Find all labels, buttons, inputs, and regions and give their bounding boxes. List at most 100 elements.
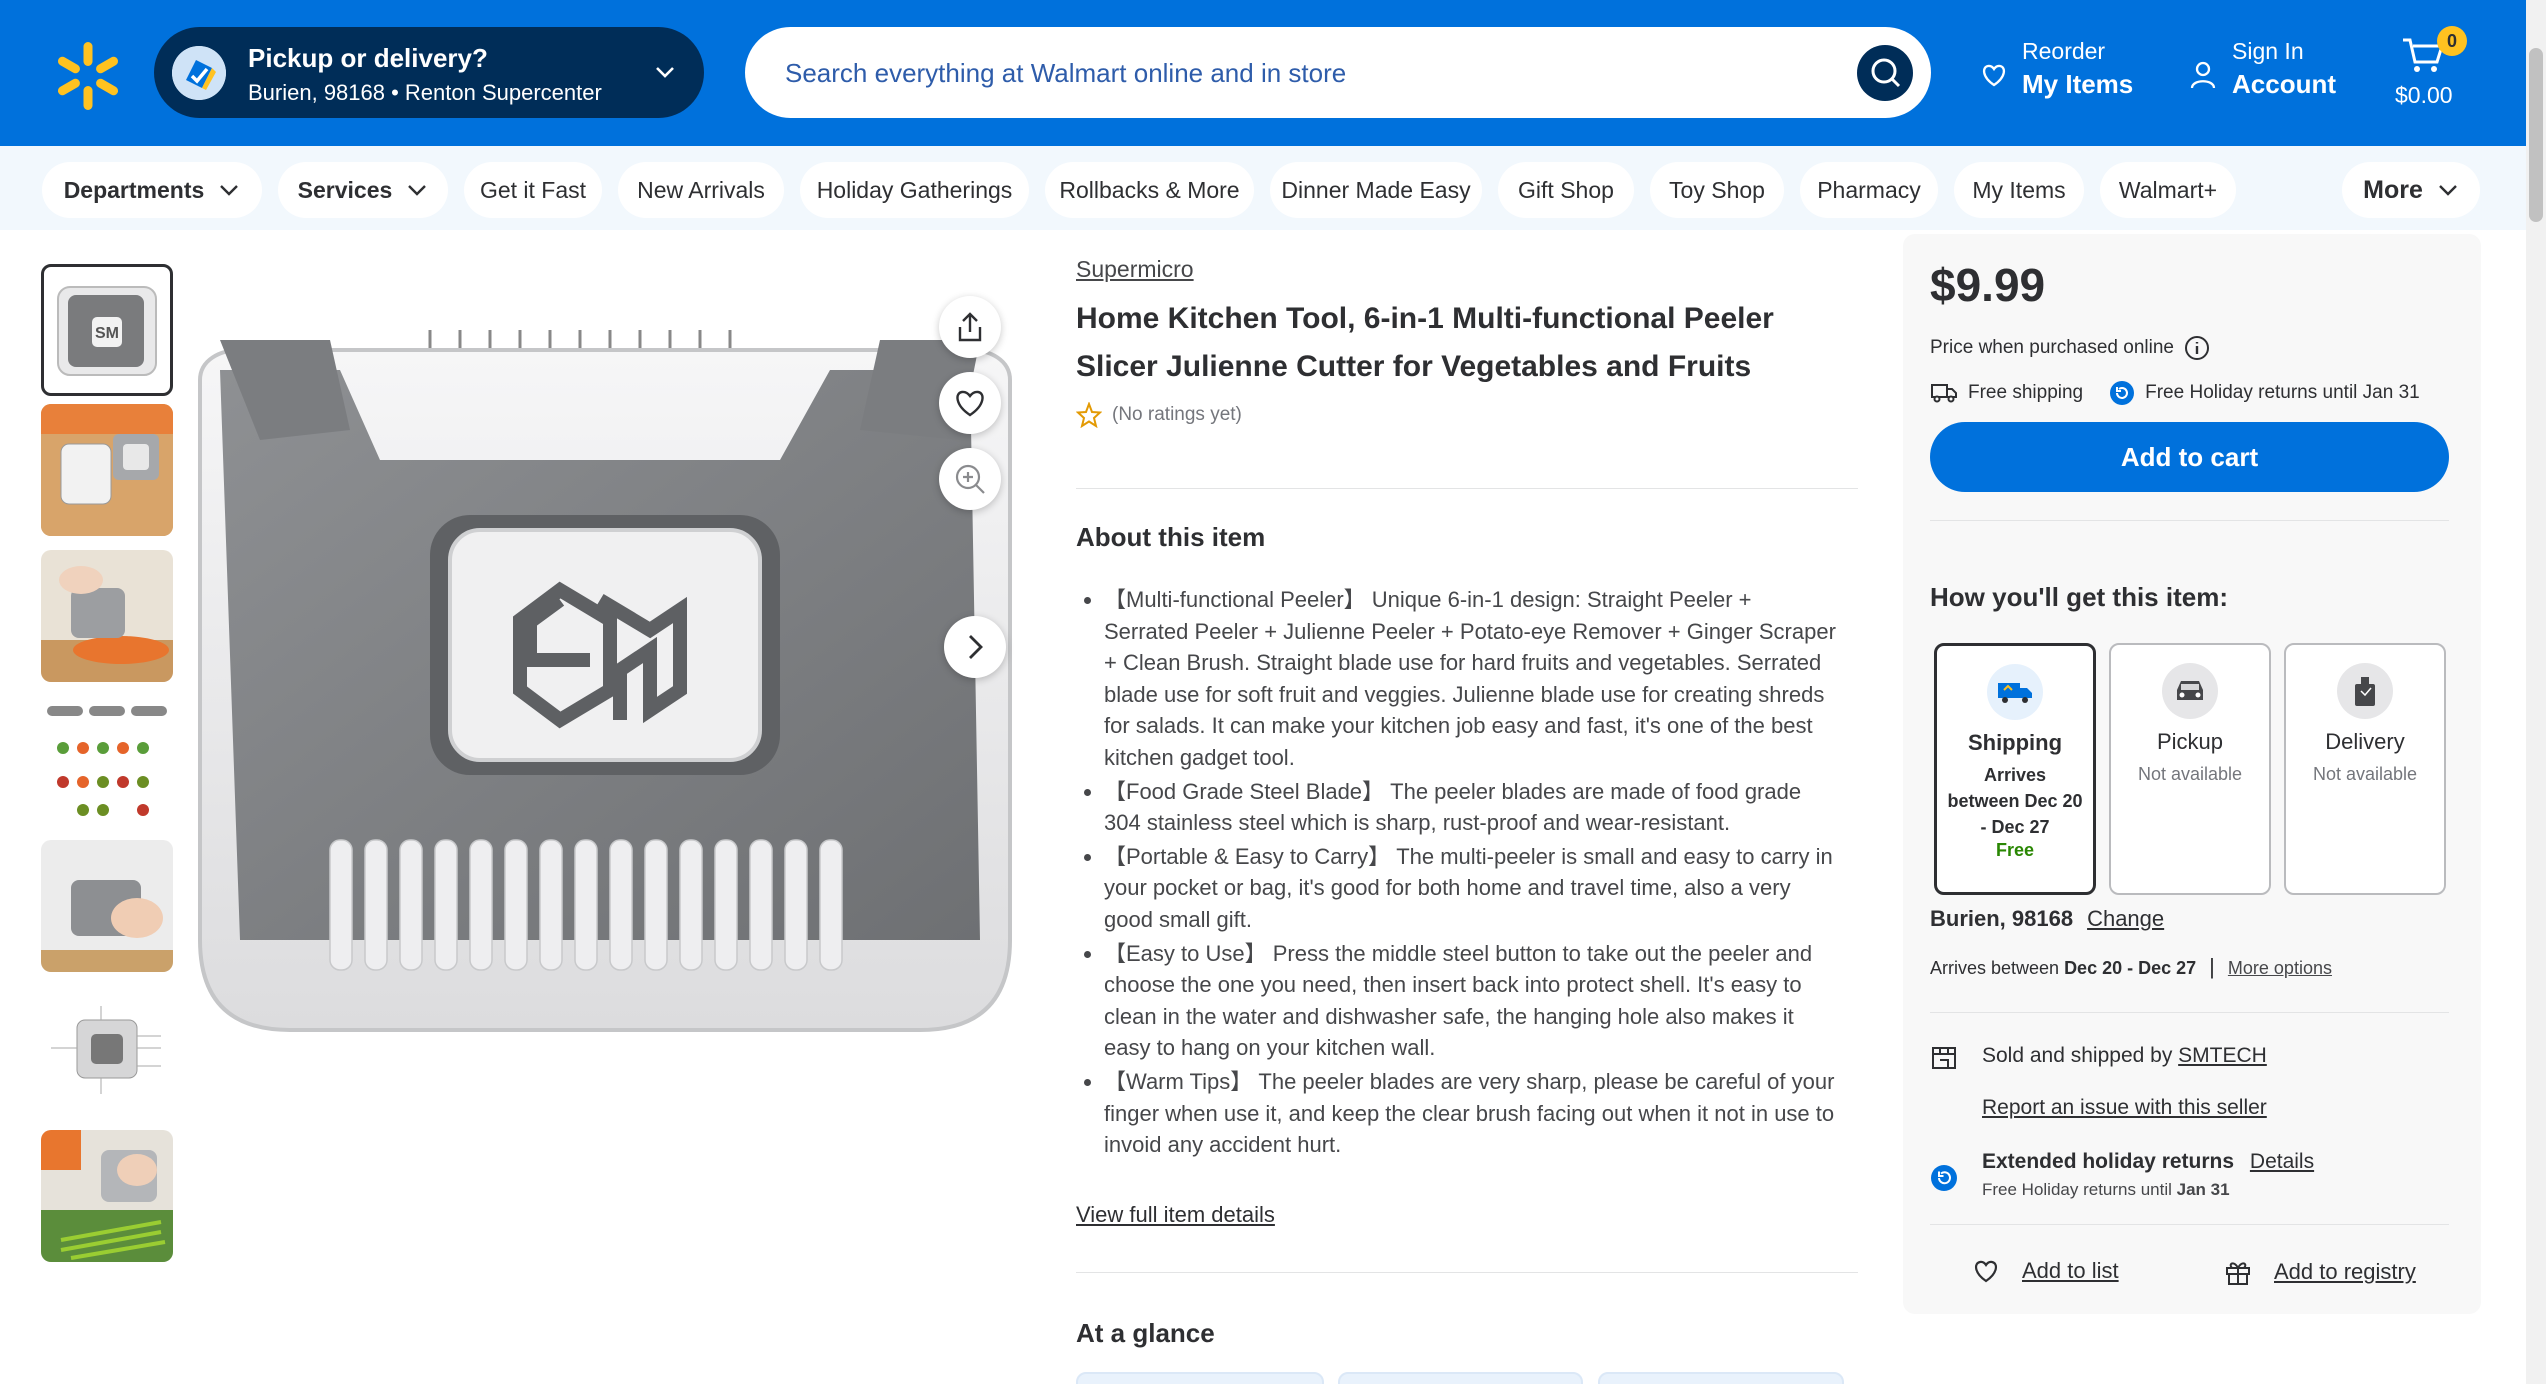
report-seller-link[interactable]: Report an issue with this seller	[1982, 1096, 2267, 1119]
favorite-button[interactable]	[939, 372, 1001, 434]
nav-link-gift-shop[interactable]: Gift Shop	[1498, 162, 1634, 218]
sign-in-account[interactable]: Sign In Account	[2190, 38, 2360, 100]
fulfillment-option-shipping[interactable]: Shipping Arrives between Dec 20 - Dec 27…	[1934, 643, 2096, 895]
nav-link-walmart-plus[interactable]: Walmart+	[2100, 162, 2236, 218]
divider	[1930, 1224, 2449, 1225]
zoom-in-icon	[955, 464, 985, 494]
divider	[1076, 1272, 1858, 1273]
shipping-truck-icon	[1987, 664, 2043, 720]
zoom-button[interactable]	[939, 448, 1001, 510]
store-icon	[1932, 1047, 1956, 1069]
nav-link-pharmacy[interactable]: Pharmacy	[1800, 162, 1938, 218]
fulfillment-option-pickup[interactable]: Pickup Not available	[2109, 643, 2271, 895]
sold-by-prefix: Sold and shipped by	[1982, 1044, 2179, 1067]
returns-icon	[2110, 381, 2135, 405]
option-name: Shipping	[1967, 730, 2063, 755]
ret-sub-date: Jan 31	[2176, 1180, 2230, 1199]
page: Pickup or delivery? Burien, 98168 • Rent…	[0, 0, 2546, 1384]
services-menu[interactable]: Services	[278, 162, 448, 218]
nav-link-rollbacks[interactable]: Rollbacks & More	[1045, 162, 1254, 218]
glance-card	[1076, 1372, 1324, 1384]
nav-link-new-arrivals[interactable]: New Arrivals	[618, 162, 784, 218]
share-button[interactable]	[939, 296, 1001, 358]
thumbnail-4[interactable]	[41, 696, 173, 828]
chevron-down-icon	[408, 185, 427, 196]
pickup-title: Pickup or delivery?	[248, 43, 488, 73]
search-button[interactable]	[1857, 45, 1913, 101]
add-to-registry-button[interactable]: Add to registry	[2224, 1258, 2416, 1286]
next-image-button[interactable]	[944, 616, 1006, 678]
about-item: 【Easy to Use】 Press the middle steel but…	[1104, 938, 1839, 1064]
heart-icon	[1982, 64, 2006, 87]
delivery-location: Burien, 98168 Change	[1930, 906, 2164, 932]
option-name: Pickup	[2156, 729, 2224, 754]
chevron-right-icon	[969, 635, 983, 659]
user-icon	[2190, 61, 2216, 89]
about-item: 【Portable & Easy to Carry】 The multi-pee…	[1104, 841, 1839, 936]
glance-card	[1338, 1372, 1583, 1384]
pickup-location: Burien, 98168 • Renton Supercenter	[248, 80, 602, 105]
thumbnail-3[interactable]	[41, 550, 173, 682]
chevron-down-icon	[2439, 185, 2457, 196]
thumbnail-1[interactable]: SM	[41, 264, 173, 396]
walmart-spark-logo[interactable]	[52, 40, 124, 112]
option-desc: Not available	[2137, 764, 2243, 784]
scrollbar-thumb[interactable]	[2529, 48, 2543, 222]
returns-details-link[interactable]: Details	[2250, 1150, 2314, 1173]
about-item: 【Multi-functional Peeler】 Unique 6-in-1 …	[1104, 584, 1839, 774]
add-to-list-button[interactable]: Add to list	[1972, 1258, 2119, 1284]
fulfillment-option-delivery[interactable]: Delivery Not available	[2284, 643, 2446, 895]
rating-summary[interactable]: (No ratings yet)	[1076, 402, 1242, 428]
returns-subtext: Free Holiday returns until Jan 31	[1982, 1180, 2314, 1200]
nav-link-my-items[interactable]: My Items	[1954, 162, 2084, 218]
brand-link[interactable]: Supermicro	[1076, 256, 1194, 283]
seller-link[interactable]: SMTECH	[2178, 1044, 2267, 1067]
divider	[1930, 1012, 2449, 1013]
delivery-bag-icon	[2337, 663, 2393, 719]
services-label: Services	[297, 176, 393, 203]
my-items-label: My Items	[2022, 69, 2134, 99]
pickup-delivery-selector[interactable]: Pickup or delivery? Burien, 98168 • Rent…	[154, 27, 704, 118]
extended-returns: Extended holiday returns Details Free Ho…	[1930, 1150, 2314, 1200]
reorder-label: Reorder	[2022, 38, 2106, 64]
pickup-car-icon	[2162, 663, 2218, 719]
product-main-image[interactable]	[180, 300, 1035, 1060]
site-header: Pickup or delivery? Burien, 98168 • Rent…	[0, 0, 2546, 146]
ext-returns-title: Extended holiday returns	[1982, 1150, 2235, 1173]
thumbnail-5[interactable]	[41, 840, 173, 972]
separator: |	[2209, 954, 2215, 979]
shipping-returns-row: Free shipping Free Holiday returns until…	[1930, 380, 2420, 406]
info-icon[interactable]	[2184, 335, 2210, 361]
more-options-link[interactable]: More options	[2228, 958, 2332, 978]
product-title: Home Kitchen Tool, 6-in-1 Multi-function…	[1076, 302, 1774, 383]
departments-menu[interactable]: Departments	[42, 162, 262, 218]
change-location-link[interactable]: Change	[2087, 906, 2164, 931]
thumbnail-6[interactable]	[41, 986, 173, 1118]
gift-icon	[2226, 1262, 2250, 1285]
nav-link-toy-shop[interactable]: Toy Shop	[1650, 162, 1784, 218]
heart-icon	[956, 390, 984, 417]
option-free: Free	[1995, 840, 2035, 860]
nav-link-holiday-gatherings[interactable]: Holiday Gatherings	[800, 162, 1029, 218]
at-a-glance-heading: At a glance	[1076, 1318, 1215, 1348]
account-label: Account	[2232, 69, 2336, 99]
cart-button[interactable]: 0 $0.00	[2395, 22, 2469, 117]
more-menu[interactable]: More	[2342, 162, 2480, 218]
search-input[interactable]	[785, 49, 1785, 97]
thumbnail-7[interactable]	[41, 1130, 173, 1262]
departments-label: Departments	[63, 176, 205, 203]
option-desc: Not available	[2312, 764, 2418, 784]
thumbnail-2[interactable]	[41, 404, 173, 536]
search-icon	[1871, 58, 1901, 88]
location-text: Burien, 98168	[1930, 906, 2074, 931]
nav-link-dinner-made-easy[interactable]: Dinner Made Easy	[1270, 162, 1482, 218]
add-to-list-label: Add to list	[2022, 1258, 2119, 1283]
nav-link-get-it-fast[interactable]: Get it Fast	[464, 162, 602, 218]
about-item: 【Warm Tips】 The peeler blades are very s…	[1104, 1066, 1839, 1161]
view-full-details-link[interactable]: View full item details	[1076, 1202, 1275, 1228]
price: $9.99	[1930, 259, 2046, 311]
svg-text:SM: SM	[95, 325, 119, 342]
arrival-info: Arrives between Dec 20 - Dec 27 | More o…	[1930, 954, 2332, 980]
reorder-my-items[interactable]: Reorder My Items	[1980, 38, 2150, 100]
add-to-cart-button[interactable]: Add to cart	[1930, 422, 2449, 492]
